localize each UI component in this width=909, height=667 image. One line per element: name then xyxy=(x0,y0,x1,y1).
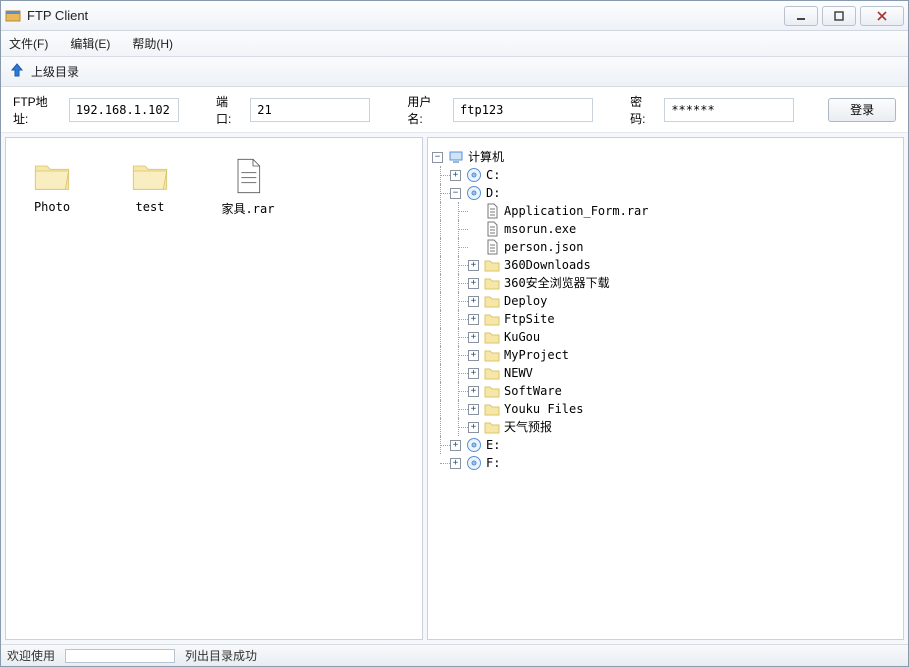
tree-toggle-child[interactable]: + xyxy=(468,368,479,379)
folder-icon xyxy=(484,347,500,363)
drive-icon xyxy=(466,185,482,201)
tree-node-drive-c[interactable]: C: xyxy=(486,166,500,184)
titlebar: FTP Client xyxy=(1,1,908,31)
folder-icon xyxy=(484,275,500,291)
file-icon xyxy=(484,203,500,219)
connection-bar: FTP地址: 端口: 用户名: 密码: 登录 xyxy=(1,87,908,133)
menubar: 文件(F) 编辑(E) 帮助(H) xyxy=(1,31,908,57)
password-label: 密码: xyxy=(630,93,656,127)
minimize-button[interactable] xyxy=(784,6,818,26)
window-title: FTP Client xyxy=(27,8,784,23)
status-welcome: 欢迎使用 xyxy=(7,647,55,664)
tree-node-drive-f[interactable]: F: xyxy=(486,454,500,472)
tree-node-folder[interactable]: 天气预报 xyxy=(504,418,552,436)
remote-icon-grid: Photo test 家具.rar xyxy=(6,138,422,235)
tree-node-folder[interactable]: FtpSite xyxy=(504,310,555,328)
status-message: 列出目录成功 xyxy=(185,647,257,664)
menu-file[interactable]: 文件(F) xyxy=(9,35,48,52)
login-button[interactable]: 登录 xyxy=(828,98,896,122)
remote-file-panel[interactable]: Photo test 家具.rar xyxy=(5,137,423,640)
tree-node-folder[interactable]: 360安全浏览器下载 xyxy=(504,274,610,292)
password-input[interactable] xyxy=(664,98,794,122)
folder-icon xyxy=(484,365,500,381)
tree-toggle-child[interactable]: + xyxy=(468,422,479,433)
folder-icon xyxy=(484,383,500,399)
app-icon xyxy=(5,8,21,24)
tree-node-folder[interactable]: Youku Files xyxy=(504,400,583,418)
tree-toggle-e[interactable]: + xyxy=(450,440,461,451)
tree-node-folder[interactable]: 360Downloads xyxy=(504,256,591,274)
username-input[interactable] xyxy=(453,98,593,122)
tree-node-file[interactable]: Application_Form.rar xyxy=(504,202,649,220)
tree-node-file[interactable]: person.json xyxy=(504,238,583,256)
drive-icon xyxy=(466,455,482,471)
main-area: Photo test 家具.rar − 计算机 + C: − D: Applicat… xyxy=(1,133,908,644)
tree-toggle-d[interactable]: − xyxy=(450,188,461,199)
remote-folder-item[interactable]: test xyxy=(110,152,190,221)
tree-node-drive-e[interactable]: E: xyxy=(486,436,500,454)
file-icon xyxy=(484,239,500,255)
statusbar: 欢迎使用 列出目录成功 xyxy=(1,644,908,666)
tree-toggle-c[interactable]: + xyxy=(450,170,461,181)
file-label: test xyxy=(136,200,165,214)
ip-label: FTP地址: xyxy=(13,93,61,127)
drive-icon xyxy=(466,167,482,183)
window-controls xyxy=(784,6,904,26)
close-button[interactable] xyxy=(860,6,904,26)
tree-node-computer[interactable]: 计算机 xyxy=(468,148,504,166)
tree-node-folder[interactable]: MyProject xyxy=(504,346,569,364)
port-label: 端口: xyxy=(216,93,242,127)
maximize-button[interactable] xyxy=(822,6,856,26)
tree-node-folder[interactable]: NEWV xyxy=(504,364,533,382)
progress-bar xyxy=(65,649,175,663)
toolbar: 上级目录 xyxy=(1,57,908,87)
remote-folder-item[interactable]: Photo xyxy=(12,152,92,221)
tree-toggle-child[interactable]: + xyxy=(468,296,479,307)
menu-edit[interactable]: 编辑(E) xyxy=(70,35,110,52)
tree-toggle-child[interactable]: + xyxy=(468,404,479,415)
tree-toggle-child[interactable]: + xyxy=(468,350,479,361)
app-window: FTP Client 文件(F) 编辑(E) 帮助(H) 上级目录 FTP地址: xyxy=(0,0,909,667)
folder-icon xyxy=(484,401,500,417)
folder-icon xyxy=(484,329,500,345)
ip-input[interactable] xyxy=(69,98,179,122)
tree-toggle-child[interactable]: + xyxy=(468,314,479,325)
tree-toggle-f[interactable]: + xyxy=(450,458,461,469)
tree-node-drive-d[interactable]: D: xyxy=(486,184,500,202)
up-arrow-icon[interactable] xyxy=(9,62,25,81)
folder-icon xyxy=(32,156,72,196)
tree-node-folder[interactable]: KuGou xyxy=(504,328,540,346)
menu-help[interactable]: 帮助(H) xyxy=(132,35,173,52)
directory-tree: − 计算机 + C: − D: Application_Form.rar msoru… xyxy=(428,138,903,482)
port-input[interactable] xyxy=(250,98,370,122)
up-directory-button[interactable]: 上级目录 xyxy=(31,63,79,80)
username-label: 用户名: xyxy=(407,93,445,127)
file-label: 家具.rar xyxy=(222,200,275,217)
tree-toggle-child[interactable]: + xyxy=(468,278,479,289)
tree-node-file[interactable]: msorun.exe xyxy=(504,220,576,238)
tree-toggle-child[interactable]: + xyxy=(468,386,479,397)
tree-node-folder[interactable]: Deploy xyxy=(504,292,547,310)
file-label: Photo xyxy=(34,200,70,214)
tree-node-folder[interactable]: SoftWare xyxy=(504,382,562,400)
computer-icon xyxy=(448,149,464,165)
local-tree-panel[interactable]: − 计算机 + C: − D: Application_Form.rar msoru… xyxy=(427,137,904,640)
folder-icon xyxy=(484,293,500,309)
tree-toggle-child[interactable]: + xyxy=(468,332,479,343)
folder-icon xyxy=(484,419,500,435)
tree-toggle-root[interactable]: − xyxy=(432,152,443,163)
remote-file-item[interactable]: 家具.rar xyxy=(208,152,288,221)
file-icon xyxy=(484,221,500,237)
file-icon xyxy=(228,156,268,196)
tree-toggle-child[interactable]: + xyxy=(468,260,479,271)
folder-icon xyxy=(484,311,500,327)
drive-icon xyxy=(466,437,482,453)
folder-icon xyxy=(130,156,170,196)
folder-icon xyxy=(484,257,500,273)
